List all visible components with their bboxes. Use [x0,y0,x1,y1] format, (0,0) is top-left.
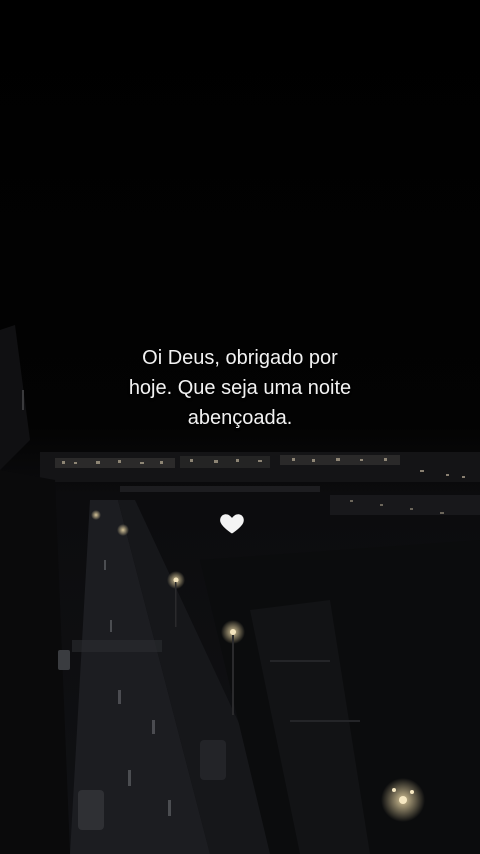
caption-line-1: Oi Deus, obrigado por [142,347,338,369]
caption-line-2: hoje. Que seja uma noite [128,377,352,399]
caption: Oi Deus, obrigado por hoje. Que seja uma… [60,343,420,433]
white-heart-icon [220,514,244,534]
caption-line-3: abençoada. [187,407,293,429]
